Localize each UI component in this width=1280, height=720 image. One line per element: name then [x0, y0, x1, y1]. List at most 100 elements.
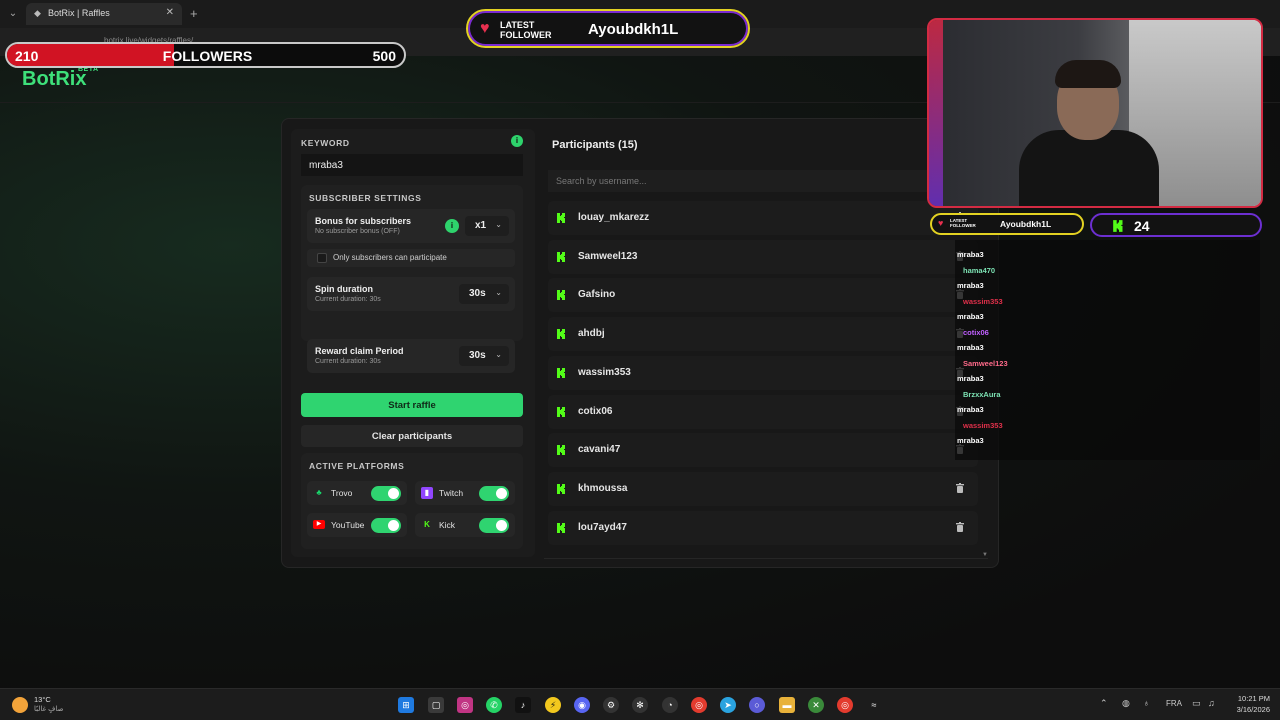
chat-message: mraba3 — [957, 250, 984, 259]
toggle-knob — [388, 520, 399, 531]
trash-icon[interactable] — [956, 521, 964, 532]
youtube-toggle[interactable] — [371, 518, 401, 533]
participant-name: lou7ayd47 — [578, 521, 627, 533]
only-subscribers-checkbox[interactable] — [317, 253, 327, 263]
new-tab-button[interactable]: + — [190, 6, 198, 21]
kick-icon — [557, 329, 565, 340]
tiktok-icon[interactable]: ♪ — [515, 697, 531, 713]
followers-target: 500 — [372, 48, 396, 64]
chat-message: mraba3 — [957, 436, 984, 445]
weather-icon[interactable] — [12, 697, 28, 713]
chevron-down-icon: ⌄ — [495, 350, 502, 359]
participant-name: louay_mkarezz — [578, 212, 650, 223]
start-menu-icon[interactable]: ⊞ — [398, 697, 414, 713]
trash-icon[interactable] — [956, 482, 964, 493]
kick-icon — [557, 367, 565, 378]
raffle-settings-panel: KEYWORD i SUBSCRIBER SETTINGS Bonus for … — [291, 129, 535, 557]
volume-tray-icon[interactable]: ♫ — [1208, 698, 1215, 708]
chrome-icon[interactable]: ◎ — [691, 697, 707, 713]
task-view-icon[interactable]: ▢ — [428, 697, 444, 713]
chat-username: Samweel123 — [963, 358, 1008, 368]
tab-close-icon[interactable]: ✕ — [166, 7, 174, 18]
platform-kick: K Kick — [415, 513, 515, 537]
chevron-down-icon: ⌄ — [495, 288, 502, 297]
app-circle-icon[interactable]: ○ — [749, 697, 765, 713]
heart-icon: ♥ — [938, 218, 944, 228]
platform-twitch: ▮ Twitch — [415, 481, 515, 505]
kick-icon — [557, 406, 565, 417]
chat-message: mraba3 — [957, 312, 984, 321]
participant-row: ahdbj — [548, 317, 978, 352]
chat-username: BrzxxAura — [963, 389, 1001, 399]
xbox-icon[interactable]: ✕ — [808, 697, 824, 713]
kick-followers-count: 24 — [1134, 218, 1150, 234]
latest-follower-label-line2: FOLLOWER — [500, 30, 552, 40]
latest-follower-name: Ayoubdkh1L — [588, 21, 679, 38]
platform-youtube: ▶ YouTube — [307, 513, 407, 537]
participant-search-input[interactable] — [548, 170, 934, 192]
kick-toggle[interactable] — [479, 518, 509, 533]
network-tray-icon[interactable]: ◍ — [1122, 698, 1130, 709]
participant-name: Gafsino — [578, 289, 616, 301]
participant-row: khmoussa — [548, 471, 978, 506]
app-wave-icon[interactable]: ≈ — [866, 697, 882, 713]
bonus-multiplier-value: x1 — [475, 220, 487, 231]
only-subscribers-row[interactable]: Only subscribers can participate — [307, 249, 515, 267]
participant-row: cavani47 — [548, 433, 978, 468]
keyword-input[interactable] — [301, 154, 523, 176]
reward-claim-value: 30s — [469, 350, 486, 361]
botrix-logo[interactable]: BotRix — [22, 68, 86, 91]
spin-duration-select[interactable]: 30s ⌄ — [459, 284, 509, 304]
participants-list[interactable]: louay_mkarezz Samweel123 Gafsino ahdbj wassi… — [544, 199, 988, 559]
kick-followers-counter: 24 — [1090, 213, 1262, 237]
display-tray-icon[interactable]: ▭ — [1192, 698, 1201, 709]
botrix-favicon-icon: ◆ — [34, 8, 41, 18]
clear-participants-button[interactable]: Clear participants — [301, 425, 523, 447]
twitch-icon: ▮ — [421, 487, 433, 499]
app-icon[interactable]: ⚡ — [545, 697, 561, 713]
kick-icon — [557, 445, 565, 456]
clock-time[interactable]: 10:21 PM — [1222, 694, 1270, 703]
language-indicator[interactable]: FRA — [1166, 699, 1182, 708]
info-icon[interactable]: i — [445, 219, 459, 233]
browser-tab[interactable]: ◆ BotRix | Raffles ✕ — [26, 3, 182, 25]
bonus-title: Bonus for subscribers — [315, 216, 412, 226]
discord-icon[interactable]: ◉ — [574, 697, 590, 713]
clock-date[interactable]: 3/16/2026 — [1222, 705, 1270, 714]
chatgpt-icon[interactable]: ✻ — [632, 697, 648, 713]
scroll-down-icon[interactable]: ▼ — [982, 552, 988, 558]
followers-goal-bar: 210 FOLLOWERS 500 — [5, 42, 406, 68]
settings-icon[interactable]: ⚙ — [603, 697, 619, 713]
instagram-icon[interactable]: ◎ — [457, 697, 473, 713]
file-explorer-icon[interactable]: ▬ — [779, 697, 795, 713]
chat-username: cotix06 — [963, 327, 989, 337]
active-platforms-group: ACTIVE PLATFORMS ♣ Trovo ▮ Twitch ▶ YouT… — [301, 453, 523, 549]
trovo-icon: ♣ — [316, 488, 322, 497]
chat-message: mraba3 — [957, 374, 984, 383]
platform-label: Twitch — [439, 488, 464, 498]
participant-name: wassim353 — [578, 366, 631, 378]
participant-row: lou7ayd47 — [548, 510, 978, 545]
start-raffle-button[interactable]: Start raffle — [301, 393, 523, 417]
speedometer-icon[interactable]: ◔ — [662, 697, 678, 713]
info-icon[interactable]: i — [511, 135, 523, 147]
chrome-active-icon[interactable]: ◎ — [837, 697, 853, 713]
latest-follower-mini-label-line2: FOLLOWER — [950, 223, 976, 228]
spin-duration-row: Spin duration Current duration: 30s 30s … — [307, 277, 515, 311]
tray-overflow-icon[interactable]: ⌃ — [1100, 698, 1108, 709]
telegram-icon[interactable]: ➤ — [720, 697, 736, 713]
twitch-toggle[interactable] — [479, 486, 509, 501]
toggle-knob — [496, 520, 507, 531]
microphone-tray-icon[interactable]: ♁ — [1143, 698, 1150, 708]
chat-username: wassim353 — [963, 420, 1003, 430]
participant-name: cotix06 — [578, 405, 613, 417]
bonus-multiplier-select[interactable]: x1 ⌄ — [465, 216, 509, 236]
reward-claim-select[interactable]: 30s ⌄ — [459, 346, 509, 366]
trovo-toggle[interactable] — [371, 486, 401, 501]
webcam-frame-glow — [929, 20, 943, 206]
participants-header: Participants (15) — [552, 139, 638, 151]
whatsapp-icon[interactable]: ✆ — [486, 697, 502, 713]
keyword-label: KEYWORD — [301, 138, 350, 148]
tab-list-icon[interactable]: ⌄ — [6, 7, 20, 21]
weather-temperature: 13°C — [34, 695, 51, 704]
